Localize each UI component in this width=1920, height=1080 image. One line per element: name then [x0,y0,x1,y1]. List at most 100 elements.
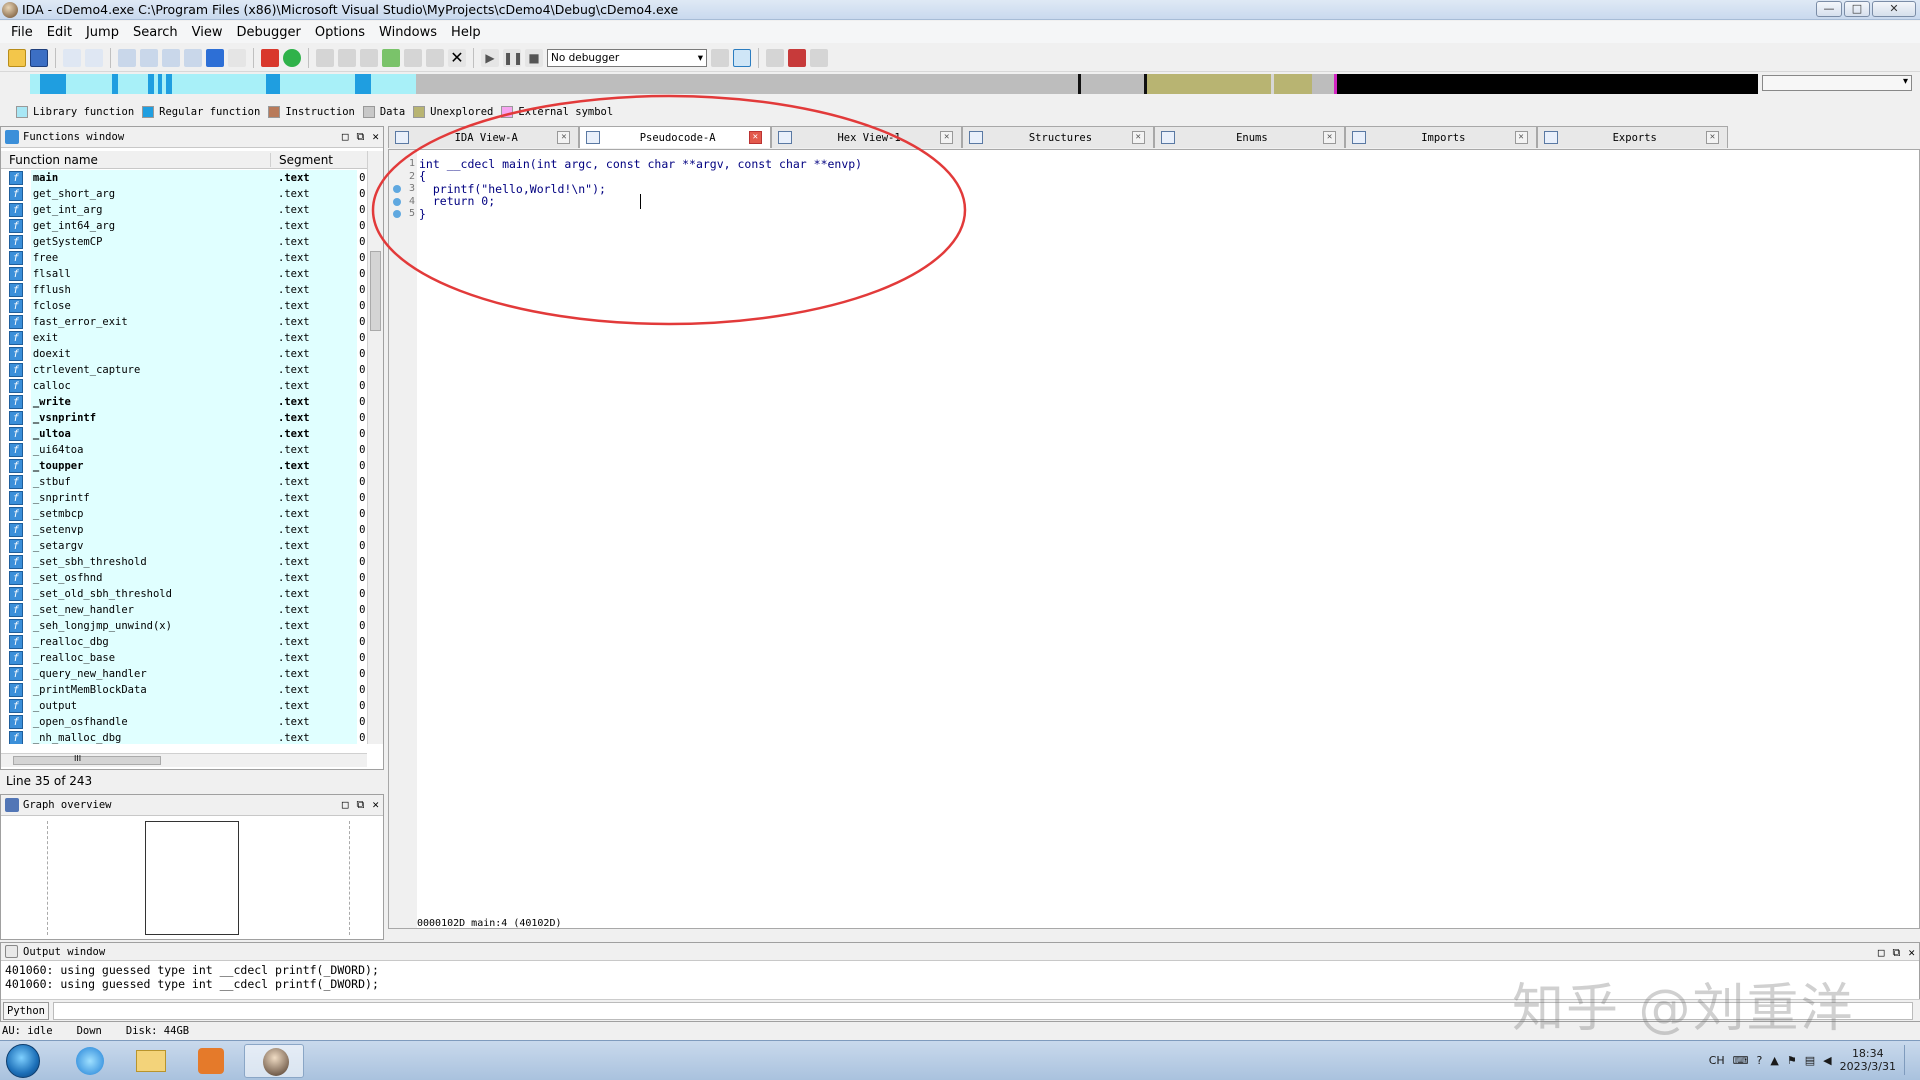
column-segment[interactable]: Segment [271,153,351,167]
pseudocode-view[interactable]: 1 int __cdecl main(int argc, const char *… [371,94,1920,929]
function-row[interactable]: f main .text 0 [1,170,367,186]
column-function-name[interactable]: Function name [1,152,271,167]
forward-icon[interactable] [85,48,103,67]
save-icon[interactable] [30,48,48,67]
search-next-icon[interactable] [184,48,202,67]
menu-file[interactable]: File [4,25,40,40]
function-row[interactable]: f getSystemCP .text 0 [1,234,367,250]
function-row[interactable]: f _seh_longjmp_unwind(x) .text 0 [1,618,367,634]
function-row[interactable]: f exit .text 0 [1,330,367,346]
xrefs-icon[interactable] [338,48,356,67]
navigation-combo[interactable]: ▾ [1762,75,1912,91]
binary-search-icon[interactable] [118,48,136,67]
immediate-search-icon[interactable] [162,48,180,67]
menu-view[interactable]: View [185,25,230,40]
function-row[interactable]: f get_int_arg .text 0 [1,202,367,218]
function-row[interactable]: f _ultoa .text 0 [1,426,367,442]
function-row[interactable]: f _realloc_dbg .text 0 [1,634,367,650]
function-row[interactable]: f calloc .text 0 [1,378,367,394]
keyboard-icon[interactable]: ⌨ [1733,1054,1749,1067]
function-row[interactable]: f _set_osfhnd .text 0 [1,570,367,586]
download-arrow-icon[interactable] [206,48,224,67]
function-row[interactable]: f _set_old_sbh_threshold .text 0 [1,586,367,602]
menu-help[interactable]: Help [444,25,488,40]
tab-close-icon[interactable]: ✕ [1323,131,1337,144]
function-row[interactable]: f _vsnprintf .text 0 [1,410,367,426]
debug-options-icon[interactable] [711,48,729,67]
float-panel-icon[interactable]: ⧉ [1893,946,1901,960]
debugger-select[interactable]: No debugger ▾ [547,48,707,67]
tab-close-icon[interactable]: ✕ [1514,131,1528,144]
tab-enums[interactable]: Enums ✕ [1153,126,1346,148]
menu-search[interactable]: Search [126,25,185,40]
close-panel-icon[interactable]: ✕ [372,798,379,812]
menu-jump[interactable]: Jump [79,25,126,40]
function-row[interactable]: f _ui64toa .text 0 [1,442,367,458]
maximize-panel-icon[interactable]: □ [342,798,349,812]
function-row[interactable]: f _setenvp .text 0 [1,522,367,538]
graph-overview-viewport[interactable] [145,821,239,935]
function-row[interactable]: f get_short_arg .text 0 [1,186,367,202]
green-circle-icon[interactable] [283,48,301,67]
function-row[interactable]: f free .text 0 [1,250,367,266]
menu-edit[interactable]: Edit [40,25,79,40]
add-icon[interactable] [382,48,400,67]
function-row[interactable]: f fflush .text 0 [1,282,367,298]
function-row[interactable]: f _setmbcp .text 0 [1,506,367,522]
menu-debugger[interactable]: Debugger [229,25,307,40]
media-player-icon[interactable] [184,1044,236,1078]
function-row[interactable]: f doexit .text 0 [1,346,367,362]
delete-icon[interactable]: ✕ [448,48,466,67]
function-row[interactable]: f _stbuf .text 0 [1,474,367,490]
horizontal-scrollbar[interactable]: III [1,753,367,767]
tab-imports[interactable]: Imports ✕ [1345,126,1537,148]
function-row[interactable]: f _realloc_base .text 0 [1,650,367,666]
function-row[interactable]: f _setargv .text 0 [1,538,367,554]
maximize-panel-icon[interactable]: □ [342,130,349,144]
clock[interactable]: 18:34 2023/3/31 [1840,1047,1896,1073]
help-icon[interactable]: ? [1757,1054,1763,1067]
threads-icon[interactable] [788,48,806,67]
tools-icon[interactable] [810,48,828,67]
function-row[interactable]: f get_int64_arg .text 0 [1,218,367,234]
function-row[interactable]: f _write .text 0 [1,394,367,410]
flag-icon[interactable]: ⚑ [1787,1054,1797,1067]
language-indicator[interactable]: CH [1709,1054,1725,1067]
minimize-button[interactable]: — [1816,1,1842,17]
function-row[interactable]: f _open_osfhandle .text 0 [1,714,367,730]
breakpoints-icon[interactable] [766,48,784,67]
chart-icon[interactable] [316,48,334,67]
font-icon[interactable] [261,48,279,67]
function-row[interactable]: f fclose .text 0 [1,298,367,314]
menu-options[interactable]: Options [308,25,372,40]
explorer-icon[interactable] [124,1044,176,1078]
function-row[interactable]: f _printMemBlockData .text 0 [1,682,367,698]
ie-icon[interactable] [64,1044,116,1078]
function-row[interactable]: f _toupper .text 0 [1,458,367,474]
tab-exports[interactable]: Exports ✕ [1536,126,1728,148]
flow-icon[interactable] [360,48,378,67]
pause-icon[interactable]: ❚❚ [503,48,523,67]
patch-icon[interactable] [404,48,422,67]
tab-close-icon[interactable]: ✕ [1705,131,1719,144]
start-button[interactable] [6,1044,40,1078]
python-button[interactable]: Python [3,1002,49,1020]
function-row[interactable]: f _snprintf .text 0 [1,490,367,506]
float-panel-icon[interactable]: ⧉ [357,798,365,812]
function-row[interactable]: f _set_new_handler .text 0 [1,602,367,618]
function-row[interactable]: f flsall .text 0 [1,266,367,282]
maximize-panel-icon[interactable]: □ [1878,946,1885,960]
ida-taskbar-button[interactable] [244,1044,304,1078]
volume-icon[interactable]: ◀ [1823,1054,1831,1067]
function-row[interactable]: f _output .text 0 [1,698,367,714]
show-desktop-button[interactable] [1904,1045,1914,1075]
function-row[interactable]: f _query_new_handler .text 0 [1,666,367,682]
edit-icon[interactable] [426,48,444,67]
play-icon[interactable]: ▶ [481,48,499,67]
close-panel-icon[interactable]: ✕ [1908,946,1915,960]
function-row[interactable]: f _nh_malloc_dbg .text 0 [1,730,367,744]
menu-windows[interactable]: Windows [372,25,444,40]
network-icon[interactable]: ▤ [1805,1054,1815,1067]
back-icon[interactable] [63,48,81,67]
close-button[interactable]: ✕ [1872,1,1916,17]
